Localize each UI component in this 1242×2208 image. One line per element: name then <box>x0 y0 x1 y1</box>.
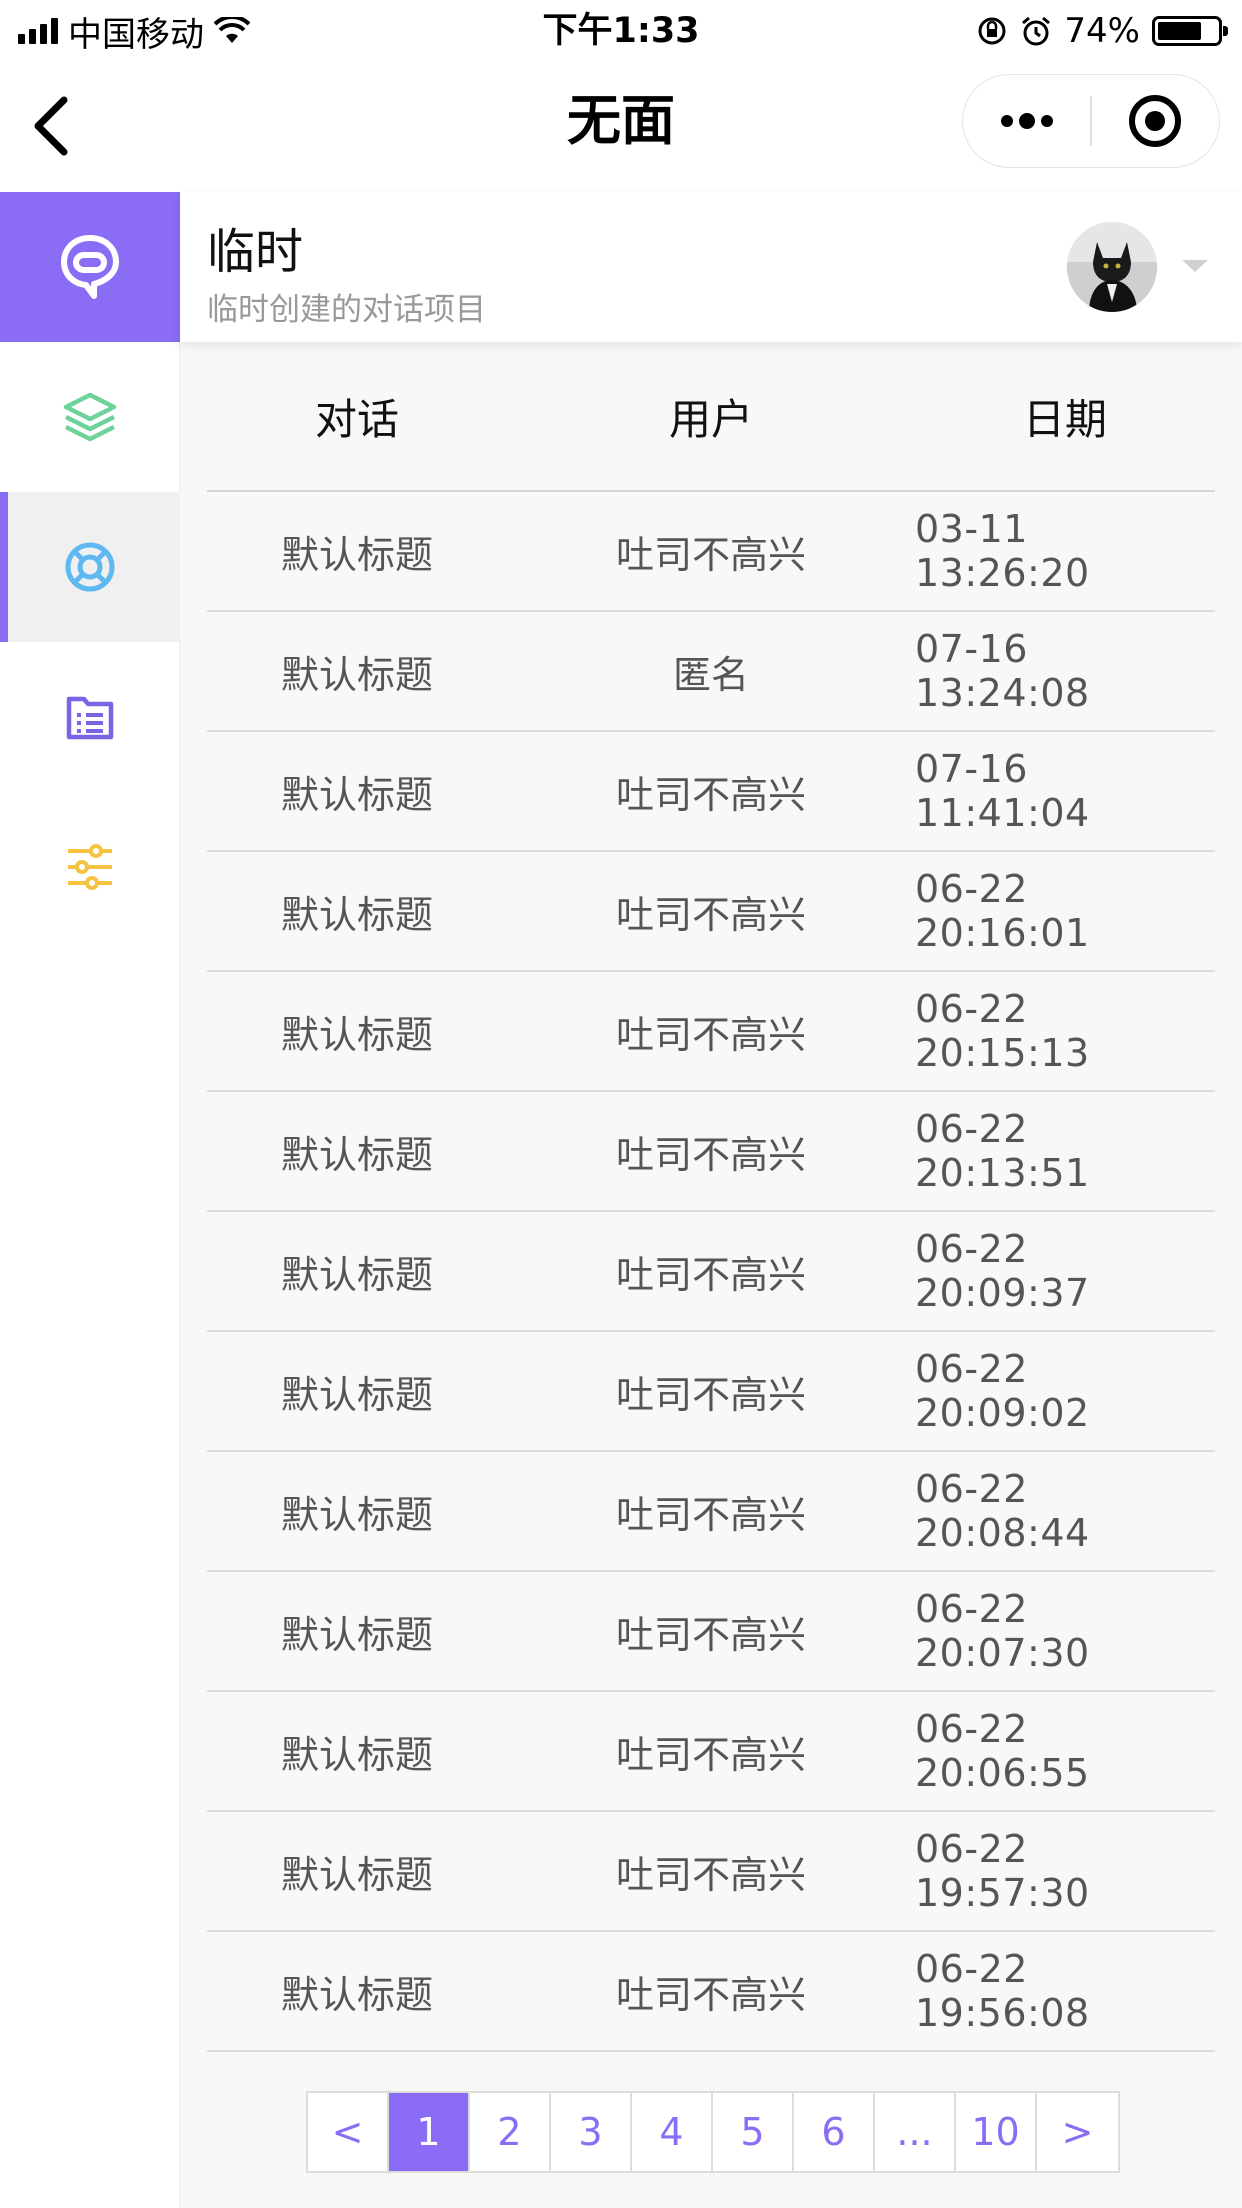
status-bar: 中国移动 下午1:33 74% <box>0 0 1242 62</box>
battery-percent: 74% <box>1064 11 1140 51</box>
cell-title: 默认标题 <box>280 1132 433 1177</box>
column-header-conversation: 对话 <box>314 394 399 444</box>
cell-title: 默认标题 <box>280 1972 433 2017</box>
cell-user: 吐司不高兴 <box>615 1132 806 1177</box>
cell-title: 默认标题 <box>280 772 433 817</box>
more-button[interactable] <box>963 74 1090 168</box>
lifebuoy-icon <box>65 542 115 592</box>
table-row[interactable]: 默认标题 吐司不高兴 06-22 20:16:01 <box>207 852 1215 972</box>
cell-user: 吐司不高兴 <box>615 892 806 937</box>
cell-date: 06-22 20:15:13 <box>915 987 1090 1075</box>
column-header-user: 用户 <box>668 394 753 444</box>
mini-program-capsule <box>962 74 1220 168</box>
cell-title: 默认标题 <box>280 1252 433 1297</box>
table-row[interactable]: 默认标题 吐司不高兴 03-11 13:26:20 <box>207 492 1215 612</box>
project-name: 临时 <box>207 224 304 280</box>
page-button-2[interactable]: 2 <box>470 2093 551 2171</box>
cell-user: 吐司不高兴 <box>615 1972 806 2017</box>
cell-date: 06-22 19:57:30 <box>915 1827 1090 1915</box>
prev-page-button[interactable]: < <box>308 2093 389 2171</box>
page-button-3[interactable]: 3 <box>551 2093 632 2171</box>
table-row[interactable]: 默认标题 吐司不高兴 06-22 20:09:02 <box>207 1332 1215 1452</box>
cell-date: 06-22 20:09:37 <box>915 1227 1090 1315</box>
chat-bubble-icon <box>61 235 119 299</box>
table-row[interactable]: 默认标题 吐司不高兴 06-22 20:15:13 <box>207 972 1215 1092</box>
cell-user: 吐司不高兴 <box>615 1732 806 1777</box>
cell-date: 06-22 20:08:44 <box>915 1467 1090 1555</box>
layers-icon <box>63 392 117 442</box>
cell-title: 默认标题 <box>280 1492 433 1537</box>
cell-date: 07-16 13:24:08 <box>915 627 1090 715</box>
table-header: 对话 用户 日期 <box>207 342 1215 492</box>
cell-title: 默认标题 <box>280 1852 433 1897</box>
cell-title: 默认标题 <box>280 1732 433 1777</box>
cell-user: 匿名 <box>672 652 749 697</box>
battery-icon <box>1152 16 1228 46</box>
sidebar-item-documents[interactable] <box>0 642 180 792</box>
table-row[interactable]: 默认标题 吐司不高兴 06-22 20:06:55 <box>207 1692 1215 1812</box>
rotation-lock-icon <box>978 17 1006 45</box>
cell-date: 06-22 20:07:30 <box>915 1587 1090 1675</box>
table-row[interactable]: 默认标题 吐司不高兴 06-22 19:57:30 <box>207 1812 1215 1932</box>
sidebar-item-chat[interactable] <box>0 192 180 342</box>
cell-title: 默认标题 <box>280 532 433 577</box>
cell-user: 吐司不高兴 <box>615 772 806 817</box>
column-header-date: 日期 <box>1022 394 1107 444</box>
sliders-icon <box>68 844 112 890</box>
sidebar-item-layers[interactable] <box>0 342 180 492</box>
close-mini-program-button[interactable] <box>1092 74 1219 168</box>
cell-date: 06-22 20:13:51 <box>915 1107 1090 1195</box>
table-row[interactable]: 默认标题 匿名 07-16 13:24:08 <box>207 612 1215 732</box>
cell-user: 吐司不高兴 <box>615 1252 806 1297</box>
table-row[interactable]: 默认标题 吐司不高兴 06-22 20:07:30 <box>207 1572 1215 1692</box>
alarm-icon <box>1022 16 1051 46</box>
cell-user: 吐司不高兴 <box>615 1372 806 1417</box>
cell-title: 默认标题 <box>280 1612 433 1657</box>
target-icon <box>1129 95 1182 147</box>
cat-avatar-image <box>1067 222 1157 312</box>
project-description: 临时创建的对话项目 <box>207 292 486 328</box>
avatar[interactable] <box>1067 222 1157 312</box>
sidebar <box>0 192 180 2208</box>
cell-title: 默认标题 <box>280 1372 433 1417</box>
project-header: 临时 临时创建的对话项目 <box>180 192 1242 342</box>
caret-down-icon[interactable] <box>1180 257 1210 275</box>
cell-title: 默认标题 <box>280 1012 433 1057</box>
nav-bar: 无面 <box>0 62 1242 192</box>
page-button-1[interactable]: 1 <box>389 2093 470 2171</box>
cell-user: 吐司不高兴 <box>615 532 806 577</box>
cell-date: 03-11 13:26:20 <box>915 507 1090 595</box>
cell-user: 吐司不高兴 <box>615 1852 806 1897</box>
cell-date: 06-22 19:56:08 <box>915 1947 1090 2035</box>
sidebar-item-support[interactable] <box>0 492 180 642</box>
battery-fill <box>1158 22 1201 40</box>
table-row[interactable]: 默认标题 吐司不高兴 06-22 20:08:44 <box>207 1452 1215 1572</box>
page-button-6[interactable]: 6 <box>794 2093 875 2171</box>
conversation-table: 对话 用户 日期 默认标题 吐司不高兴 03-11 13:26:20 默认标题 … <box>207 342 1215 2052</box>
page-button-5[interactable]: 5 <box>713 2093 794 2171</box>
table-row[interactable]: 默认标题 吐司不高兴 06-22 19:56:08 <box>207 1932 1215 2052</box>
table-row[interactable]: 默认标题 吐司不高兴 06-22 20:13:51 <box>207 1092 1215 1212</box>
page-ellipsis[interactable]: ... <box>875 2093 956 2171</box>
page-button-4[interactable]: 4 <box>632 2093 713 2171</box>
document-list-icon <box>66 696 114 740</box>
table-row[interactable]: 默认标题 吐司不高兴 07-16 11:41:04 <box>207 732 1215 852</box>
cell-user: 吐司不高兴 <box>615 1492 806 1537</box>
cell-title: 默认标题 <box>280 652 433 697</box>
cell-date: 06-22 20:09:02 <box>915 1347 1090 1435</box>
cell-date: 06-22 20:16:01 <box>915 867 1090 955</box>
cell-date: 06-22 20:06:55 <box>915 1707 1090 1795</box>
pagination: < 1 2 3 4 5 6 ... 10 > <box>306 2091 1120 2173</box>
cell-user: 吐司不高兴 <box>615 1612 806 1657</box>
cell-title: 默认标题 <box>280 892 433 937</box>
sidebar-item-settings[interactable] <box>0 792 180 942</box>
cell-date: 07-16 11:41:04 <box>915 747 1090 835</box>
next-page-button[interactable]: > <box>1037 2093 1118 2171</box>
page-button-10[interactable]: 10 <box>956 2093 1037 2171</box>
cell-user: 吐司不高兴 <box>615 1012 806 1057</box>
status-right: 74% <box>976 8 1228 54</box>
table-row[interactable]: 默认标题 吐司不高兴 06-22 20:09:37 <box>207 1212 1215 1332</box>
